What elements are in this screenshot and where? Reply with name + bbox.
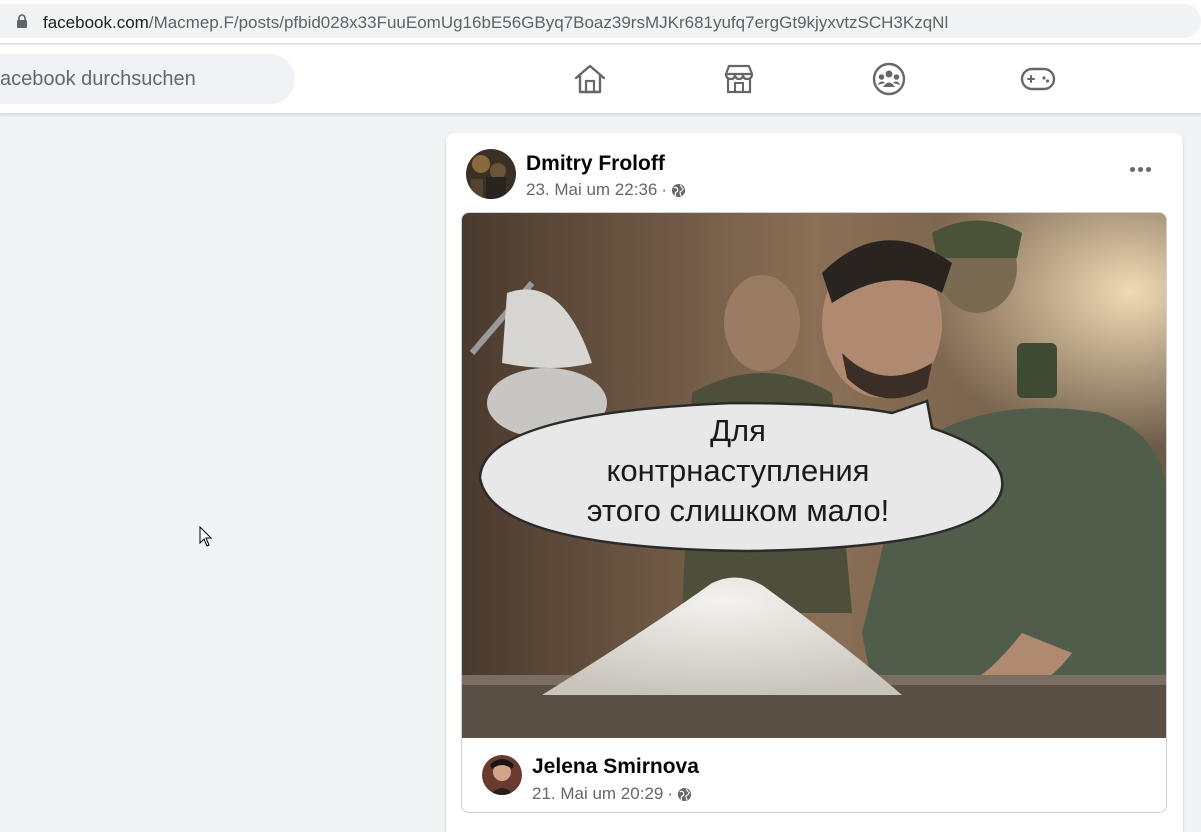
- lock-icon: [17, 14, 27, 28]
- home-icon[interactable]: [570, 59, 610, 99]
- shared-photo[interactable]: Для контрнаступления этого слишком мало!: [462, 213, 1166, 738]
- groups-icon[interactable]: [869, 59, 909, 99]
- shared-author-name[interactable]: Jelena Smirnova: [532, 755, 699, 779]
- url-path: /Macmep.F/posts/pfbid028x33FuuEomUg16bE5…: [148, 13, 949, 32]
- mouse-cursor-icon: [199, 526, 213, 547]
- post-meta: 23. Mai um 22:36 ·: [526, 180, 686, 200]
- url-text: facebook.com/Macmep.F/posts/pfbid028x33F…: [43, 13, 948, 33]
- marketplace-icon[interactable]: [719, 59, 759, 99]
- post-author-name[interactable]: Dmitry Froloff: [526, 152, 665, 176]
- shared-post-timestamp[interactable]: 21. Mai um 20:29: [532, 784, 663, 804]
- gaming-icon[interactable]: [1018, 59, 1058, 99]
- shared-post-meta: 21. Mai um 20:29 ·: [532, 784, 692, 804]
- facebook-header: [0, 45, 1201, 113]
- url-domain: facebook.com: [43, 13, 149, 32]
- browser-address-bar: facebook.com/Macmep.F/posts/pfbid028x33F…: [0, 0, 1201, 44]
- url-field[interactable]: facebook.com/Macmep.F/posts/pfbid028x33F…: [0, 4, 1201, 38]
- post-timestamp[interactable]: 23. Mai um 22:36: [526, 180, 657, 200]
- shared-author-avatar[interactable]: [482, 755, 522, 795]
- search-box[interactable]: [0, 54, 295, 104]
- search-input[interactable]: [0, 54, 280, 104]
- caption-line-1: Для: [710, 413, 766, 448]
- post-card: Dmitry Froloff 23. Mai um 22:36 · Для ко…: [446, 133, 1183, 832]
- meta-separator: ·: [661, 180, 668, 199]
- author-avatar[interactable]: [466, 149, 516, 199]
- caption-line-3: этого слишком мало!: [587, 493, 889, 528]
- caption-line-2: контрнаступления: [607, 453, 870, 488]
- meta-separator: ·: [667, 784, 674, 803]
- more-options-icon[interactable]: [1126, 159, 1154, 179]
- globe-icon: [671, 183, 686, 197]
- shared-post[interactable]: Для контрнаступления этого слишком мало!…: [461, 212, 1167, 813]
- globe-icon: [677, 787, 692, 801]
